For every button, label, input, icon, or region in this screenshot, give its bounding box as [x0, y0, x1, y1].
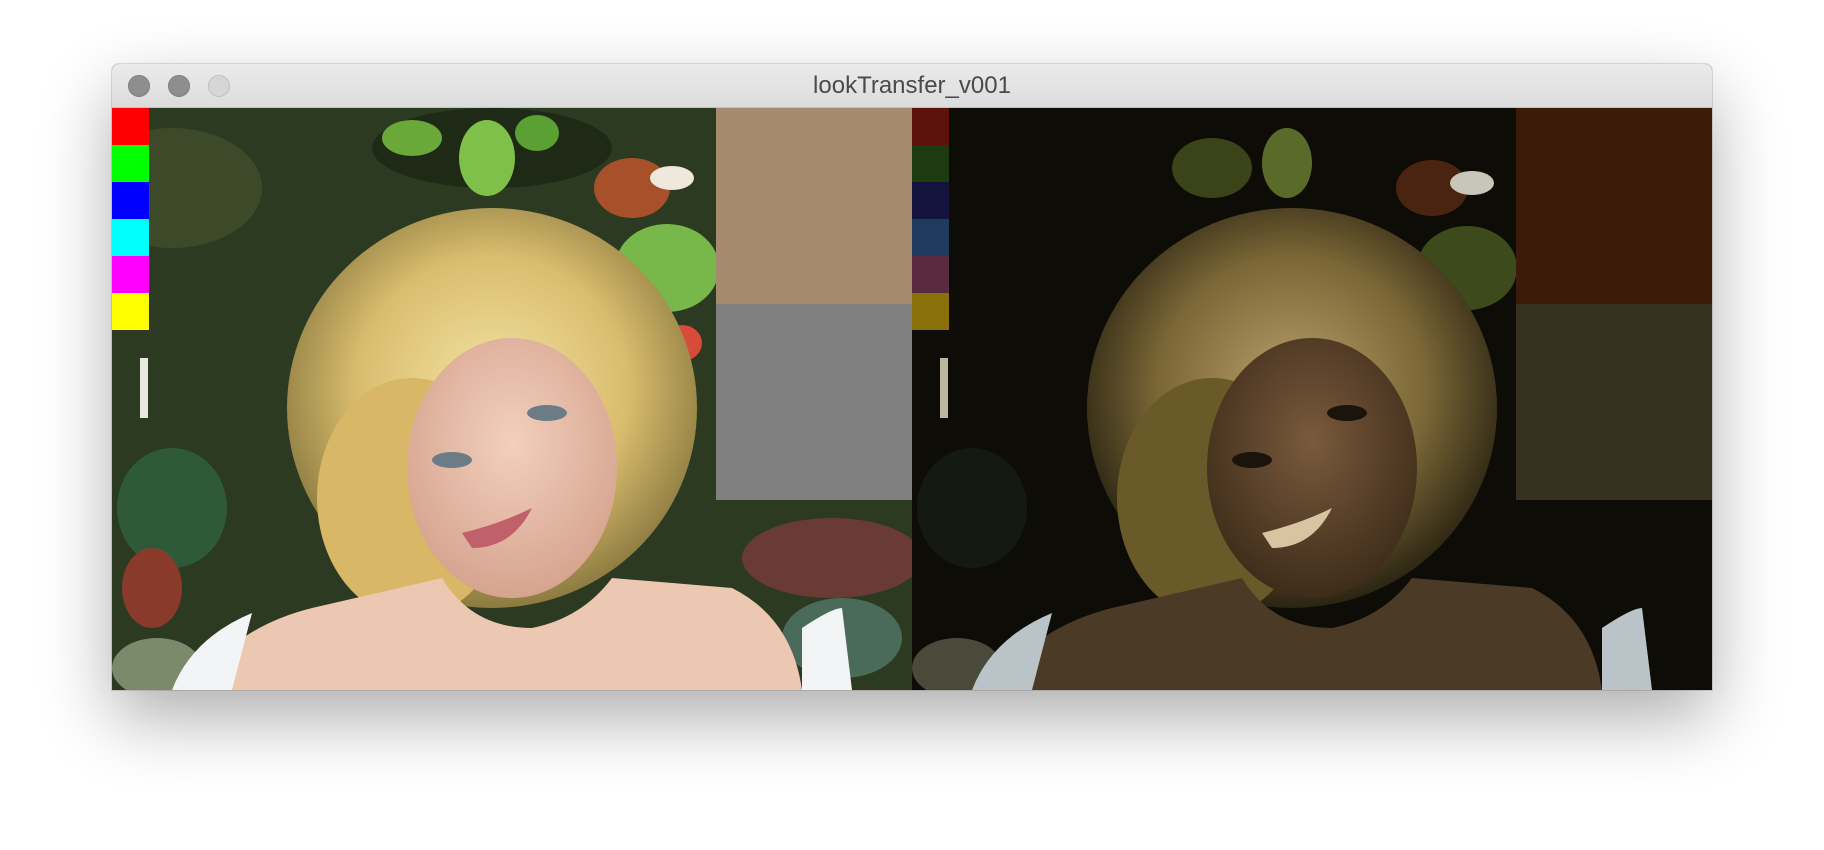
- result-swatch-red: [912, 108, 949, 145]
- reference-swatch-red: [112, 108, 149, 145]
- result-gray-sample: [1516, 304, 1712, 500]
- title-bar[interactable]: lookTransfer_v001: [112, 64, 1712, 108]
- reference-swatch-green: [112, 145, 149, 182]
- result-swatch-green: [912, 145, 949, 182]
- reference-swatch-magenta: [112, 256, 149, 293]
- canvas-area: [112, 108, 1712, 690]
- window-title: lookTransfer_v001: [813, 72, 1011, 99]
- result-image-panel: [912, 108, 1712, 690]
- reference-swatch-blue: [112, 182, 149, 219]
- gray-sample: [716, 304, 912, 500]
- source-image-panel: [112, 108, 912, 690]
- result-swatch-cyan: [912, 219, 949, 256]
- result-skin-tone-sample: [1516, 108, 1712, 304]
- result-swatch-magenta: [912, 256, 949, 293]
- skin-tone-sample: [716, 108, 912, 304]
- reference-swatch-yellow: [112, 293, 149, 330]
- reference-swatch-cyan: [112, 219, 149, 256]
- result-swatch-yellow: [912, 293, 949, 330]
- result-swatch-blue: [912, 182, 949, 219]
- app-window: lookTransfer_v001: [112, 64, 1712, 690]
